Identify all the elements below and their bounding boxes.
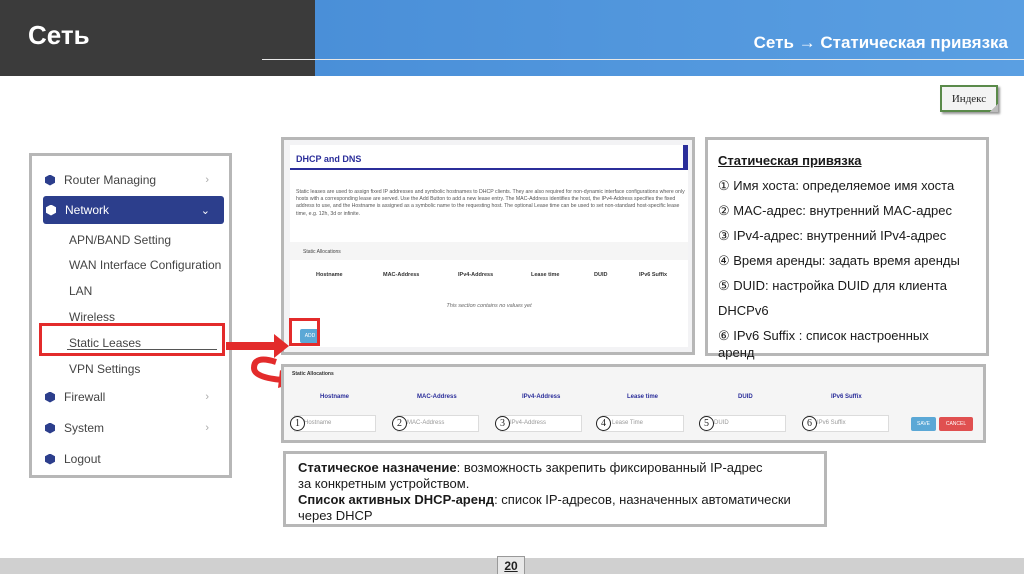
empty-table-message: This section contains no values yet <box>446 303 532 309</box>
note-line: Статическое назначение: возможность закр… <box>298 460 824 476</box>
description-panel: Статическая привязка ① Имя хоста: опреде… <box>705 137 989 360</box>
lease-time-input[interactable]: Lease Time <box>602 415 684 432</box>
header-divider <box>262 59 1024 60</box>
sidebar-item-label: Network <box>65 203 110 217</box>
page-title: Сеть <box>28 20 90 50</box>
description-item: ⑥ IPv6 Suffix : список настроенных <box>718 328 929 343</box>
cube-icon <box>45 174 55 186</box>
cube-icon <box>46 204 56 216</box>
description-title: Статическая привязка <box>718 153 862 168</box>
sidebar-item-system[interactable]: System › <box>42 415 223 441</box>
note-text: : список IP-адресов, назначенных автомат… <box>494 492 791 507</box>
note-line: за конкретным устройством. <box>298 476 470 491</box>
col-duid: DUID <box>738 394 753 400</box>
note-term: Список активных DHCP-аренд <box>298 492 495 507</box>
marker-4: 4 <box>596 416 611 431</box>
page-subtitle: Сеть → Статическая привязка <box>753 33 1008 52</box>
dhcp-dns-description: Static leases are used to assign fixed I… <box>296 189 685 217</box>
dhcp-dns-title: DHCP and DNS <box>290 145 688 170</box>
cancel-button[interactable]: CANCEL <box>939 417 973 431</box>
note-line: Список активных DHCP-аренд: список IP-ад… <box>298 492 824 508</box>
static-leases-highlight <box>39 323 225 356</box>
sidebar-subitem-apn-band[interactable]: APN/BAND Setting <box>69 233 171 247</box>
index-button[interactable]: Индекс <box>940 85 998 112</box>
duid-input[interactable]: DUID <box>704 415 786 432</box>
col-ipv4: IPv4-Address <box>458 272 494 278</box>
sidebar-item-label: Router Managing <box>64 173 157 187</box>
col-ipv6: IPv6 Suffix <box>639 272 668 278</box>
chevron-right-icon: › <box>205 174 209 186</box>
description-item: ④ Время аренды: задать время аренды <box>718 253 960 268</box>
sidebar-item-label: Firewall <box>64 390 106 404</box>
static-allocations-header: Static Allocations <box>290 242 688 260</box>
static-leases-underline <box>67 349 217 350</box>
cube-icon <box>45 453 55 465</box>
notes-panel: Статическое назначение: возможность закр… <box>283 451 827 527</box>
save-button[interactable]: SAVE <box>911 417 936 431</box>
marker-5: 5 <box>699 416 714 431</box>
static-allocations-header: Static Allocations <box>292 371 334 377</box>
col-duid: DUID <box>594 272 608 278</box>
description-item: DHCPv6 <box>718 303 769 318</box>
note-text: : возможность закрепить фиксированный IP… <box>456 460 763 475</box>
sidebar-subitem-lan[interactable]: LAN <box>69 284 92 298</box>
chevron-right-icon: › <box>205 422 209 434</box>
cube-icon <box>45 391 55 403</box>
marker-3: 3 <box>495 416 510 431</box>
col-ipv4: IPv4-Address <box>522 394 561 400</box>
sidebar-item-logout[interactable]: Logout <box>42 446 223 472</box>
chevron-down-icon: ⌄ <box>200 204 210 217</box>
col-mac: MAC-Address <box>417 394 457 400</box>
dhcp-dns-card: DHCP and DNS Static leases are used to a… <box>290 145 688 347</box>
marker-6: 6 <box>802 416 817 431</box>
note-term: Статическое назначение <box>298 460 457 475</box>
page-number: 20 <box>497 556 525 574</box>
marker-1: 1 <box>290 416 305 431</box>
sidebar-item-firewall[interactable]: Firewall › <box>42 384 223 410</box>
col-lease: Lease time <box>531 272 560 278</box>
col-hostname: Hostname <box>316 272 343 278</box>
static-allocation-form-screenshot: Static Allocations Hostname MAC-Address … <box>281 364 986 443</box>
arrow-right-shape <box>226 334 289 358</box>
description-item: ⑤ DUID: настройка DUID для клиента <box>718 278 948 293</box>
description-item: аренд <box>718 345 755 360</box>
description-item: ③ IPv4-адрес: внутренний IPv4-адрес <box>718 228 947 243</box>
col-mac: MAC-Address <box>383 272 420 278</box>
sidebar: Router Managing › Network ⌄ APN/BAND Set… <box>29 153 232 478</box>
description-item: ① Имя хоста: определяемое имя хоста <box>718 178 955 193</box>
col-ipv6: IPv6 Suffix <box>831 394 862 400</box>
sidebar-item-label: Logout <box>64 452 101 466</box>
ipv6-suffix-input[interactable]: IPv6 Suffix <box>807 415 889 432</box>
mac-address-input[interactable]: MAC-Address <box>397 415 479 432</box>
description-item: ② MAC-адрес: внутренний MAC-адрес <box>718 203 952 218</box>
sidebar-subitem-wireless[interactable]: Wireless <box>69 310 115 324</box>
dhcp-dns-screenshot: DHCP and DNS Static leases are used to a… <box>281 137 695 355</box>
hostname-input[interactable]: Hostname <box>294 415 376 432</box>
col-hostname: Hostname <box>320 394 350 400</box>
sidebar-subitem-wan[interactable]: WAN Interface Configuration <box>69 258 221 272</box>
ipv4-address-input[interactable]: IPv4-Address <box>500 415 582 432</box>
sidebar-item-label: System <box>64 421 105 435</box>
chevron-right-icon: › <box>205 391 209 403</box>
cube-icon <box>45 422 55 434</box>
sidebar-item-router-managing[interactable]: Router Managing › <box>42 167 223 193</box>
marker-2: 2 <box>392 416 407 431</box>
note-line: через DHCP <box>298 508 373 523</box>
col-lease: Lease time <box>627 394 659 400</box>
sidebar-subitem-vpn[interactable]: VPN Settings <box>69 362 140 376</box>
sidebar-item-network[interactable]: Network ⌄ <box>43 196 224 224</box>
